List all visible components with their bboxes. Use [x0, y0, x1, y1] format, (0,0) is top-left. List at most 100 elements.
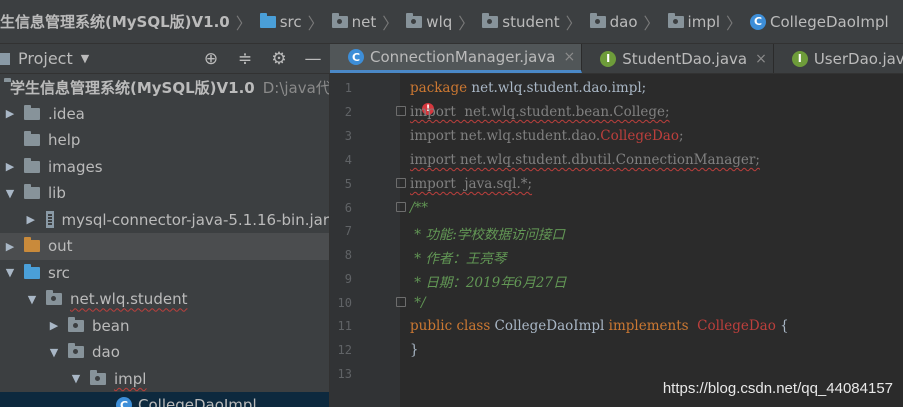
breadcrumb-src[interactable]: src: [256, 0, 306, 43]
line-number: 6: [344, 201, 352, 215]
editor-gutter: [330, 74, 400, 407]
breadcrumb-net[interactable]: net: [328, 0, 381, 43]
package-icon: [331, 12, 348, 28]
chevron-right-icon: 〉: [565, 13, 582, 33]
package-icon: [482, 12, 499, 28]
folder-icon: [24, 237, 40, 253]
collapse-icon[interactable]: ≑: [228, 49, 262, 69]
code-line-6: /**: [410, 200, 429, 216]
chevron-right-icon[interactable]: ▶: [4, 240, 16, 253]
chevron-right-icon: 〉: [235, 13, 252, 33]
chevron-right-icon[interactable]: ▶: [26, 213, 36, 226]
tree-item-jar[interactable]: ▶ mysql-connector-java-5.1.16-bin.jar: [0, 207, 329, 234]
line-number: 11: [337, 319, 352, 333]
code-line-4: import net.wlq.student.dbutil.Connection…: [410, 152, 760, 168]
tree-item-src[interactable]: ▼ src: [0, 260, 329, 287]
watermark: https://blog.csdn.net/qq_44084157: [662, 380, 893, 397]
tree-item-lib[interactable]: ▼ lib: [0, 180, 329, 207]
project-icon: [0, 52, 10, 65]
fold-icon[interactable]: [396, 202, 406, 212]
breadcrumb-student[interactable]: student: [478, 0, 563, 43]
tree-item-images[interactable]: ▶ images: [0, 154, 329, 181]
project-tree: 学生信息管理系统(MySQL版)V1.0 D:\java代 ▶ .idea he…: [0, 74, 330, 407]
chevron-right-icon: 〉: [382, 13, 399, 33]
source-folder-icon: [24, 263, 40, 279]
editor-tabs: C ConnectionManager.java × I StudentDao.…: [330, 44, 903, 74]
folder-icon: [24, 184, 40, 200]
line-number: 8: [344, 248, 352, 262]
package-icon: [68, 343, 84, 359]
fold-icon[interactable]: [396, 178, 406, 188]
breadcrumb-file[interactable]: C CollegeDaoImpl: [746, 0, 893, 43]
minimize-icon[interactable]: —: [296, 49, 330, 69]
tree-item-dao[interactable]: ▼ dao: [0, 339, 329, 366]
library-icon: [45, 211, 54, 229]
tree-item-out[interactable]: ▶ out: [0, 233, 329, 260]
line-number: 5: [344, 177, 352, 191]
tab-user-dao[interactable]: I UserDao.java ×: [774, 44, 903, 73]
close-icon[interactable]: ×: [563, 49, 575, 65]
chevron-right-icon: 〉: [458, 13, 475, 33]
tree-item-college-dao-impl[interactable]: C CollegeDaoImpl: [0, 392, 329, 407]
line-number: 2: [344, 105, 352, 119]
line-number: 12: [337, 343, 352, 357]
chevron-right-icon: 〉: [643, 13, 660, 33]
tree-item-bean[interactable]: ▶ bean: [0, 313, 329, 340]
chevron-right-icon[interactable]: ▶: [4, 160, 16, 173]
tree-item-impl[interactable]: ▼ impl: [0, 366, 329, 393]
class-icon: C: [348, 49, 364, 65]
interface-icon: I: [791, 50, 808, 67]
fold-icon[interactable]: [396, 297, 406, 307]
code-line-1: package net.wlq.student.dao.impl;: [410, 80, 647, 96]
chevron-down-icon[interactable]: ▼: [26, 293, 38, 306]
package-icon: [68, 316, 84, 332]
chevron-down-icon[interactable]: ▼: [81, 52, 89, 65]
folder-icon: [24, 157, 40, 173]
code-line-2: import net.wlq.student.bean.College;: [410, 104, 670, 120]
code-line-7: * 功能:学校数据访问接口: [410, 227, 565, 243]
chevron-down-icon[interactable]: ▼: [48, 346, 60, 359]
chevron-right-icon: 〉: [726, 13, 743, 33]
breadcrumb-dao[interactable]: dao: [586, 0, 642, 43]
code-line-11: public class CollegeDaoImpl implements C…: [410, 318, 789, 334]
fold-icon[interactable]: [396, 106, 406, 116]
folder-icon: [24, 104, 40, 120]
folder-icon: [259, 12, 276, 28]
code-line-9: * 日期：2019年6月27日: [410, 275, 567, 291]
tab-connection-manager[interactable]: C ConnectionManager.java ×: [330, 44, 583, 73]
project-panel-title[interactable]: Project: [18, 49, 73, 68]
line-number: 7: [344, 224, 352, 238]
class-icon: C: [116, 397, 132, 407]
line-number: 3: [344, 129, 352, 143]
package-icon: [90, 369, 106, 385]
chevron-right-icon[interactable]: ▶: [48, 319, 60, 332]
chevron-down-icon[interactable]: ▼: [70, 372, 82, 385]
target-icon[interactable]: ⊕: [194, 49, 228, 69]
code-line-12: }: [410, 342, 419, 358]
tree-item-package[interactable]: ▼ net.wlq.student: [0, 286, 329, 313]
tab-student-dao[interactable]: I StudentDao.java ×: [582, 44, 774, 73]
interface-icon: I: [600, 50, 617, 67]
code-line-3: import net.wlq.student.dao.CollegeDao;: [410, 128, 684, 144]
project-panel-header: Project ▼ ⊕ ≑ ⚙ —: [0, 44, 330, 74]
gear-icon[interactable]: ⚙: [262, 49, 296, 69]
chevron-down-icon[interactable]: ▼: [4, 187, 16, 200]
breadcrumb-wlq[interactable]: wlq: [402, 0, 456, 43]
package-icon: [46, 290, 62, 306]
chevron-right-icon[interactable]: ▶: [4, 107, 16, 120]
code-line-8: * 作者：王亮琴: [410, 251, 507, 267]
chevron-down-icon[interactable]: ▼: [4, 266, 16, 279]
line-number: 4: [344, 153, 352, 167]
line-number: 13: [337, 367, 352, 381]
breadcrumb-impl[interactable]: impl: [664, 0, 724, 43]
code-line-10: */: [410, 295, 426, 311]
package-icon: [667, 12, 684, 28]
folder-icon: [24, 131, 40, 147]
tree-root[interactable]: 学生信息管理系统(MySQL版)V1.0 D:\java代: [0, 74, 329, 101]
line-number: 1: [344, 81, 352, 95]
tree-item-help[interactable]: help: [0, 127, 329, 154]
breadcrumb-project[interactable]: 生信息管理系统(MySQL版)V1.0: [0, 0, 234, 43]
tree-item-idea[interactable]: ▶ .idea: [0, 101, 329, 128]
code-line-5: import java.sql.*;: [410, 176, 533, 192]
close-icon[interactable]: ×: [755, 51, 767, 67]
